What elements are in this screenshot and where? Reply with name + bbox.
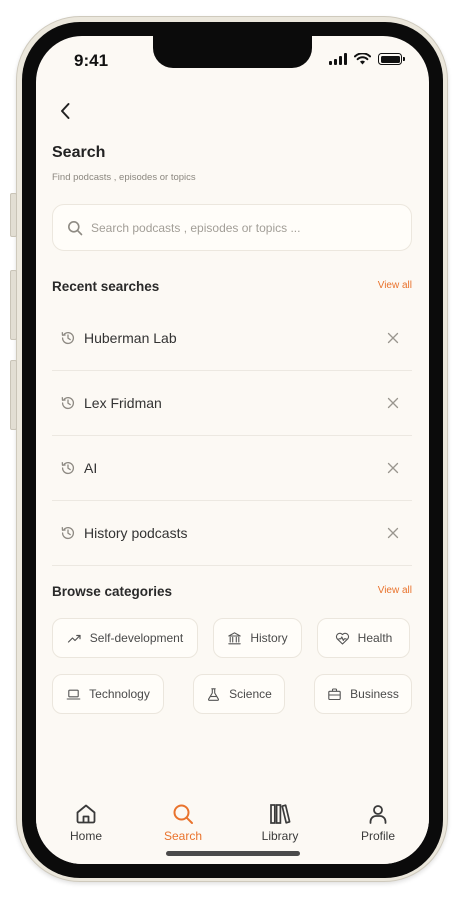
category-chip-health[interactable]: Health bbox=[317, 618, 410, 658]
tab-label: Search bbox=[163, 829, 203, 843]
close-icon[interactable] bbox=[386, 526, 400, 540]
tab-label: Library bbox=[261, 829, 299, 843]
tab-search[interactable]: Search bbox=[143, 802, 223, 843]
back-arrow-icon[interactable] bbox=[54, 99, 78, 123]
category-label: Health bbox=[357, 631, 393, 645]
page-subtitle: Find podcasts , episodes or topics bbox=[52, 172, 196, 183]
tab-label: Home bbox=[69, 829, 102, 843]
category-label: Technology bbox=[89, 687, 150, 701]
recent-view-all-link[interactable]: View all bbox=[378, 280, 412, 291]
close-icon[interactable] bbox=[386, 396, 400, 410]
user-icon bbox=[369, 805, 387, 824]
library-icon bbox=[270, 804, 291, 824]
search-bar[interactable] bbox=[52, 204, 412, 251]
history-icon bbox=[61, 461, 75, 475]
museum-icon bbox=[228, 631, 242, 644]
tab-home[interactable]: Home bbox=[46, 802, 126, 843]
search-icon bbox=[68, 220, 83, 235]
laptop-icon bbox=[66, 689, 81, 700]
recent-search-label: Lex Fridman bbox=[84, 395, 162, 411]
search-input[interactable] bbox=[91, 220, 381, 235]
category-label: Business bbox=[350, 687, 399, 701]
recent-searches-title: Recent searches bbox=[52, 279, 160, 294]
category-label: Science bbox=[229, 687, 272, 701]
home-icon bbox=[76, 804, 96, 824]
recent-searches-list: Huberman Lab Lex Fridman AI History podc… bbox=[52, 306, 412, 566]
category-chip-technology[interactable]: Technology bbox=[52, 674, 164, 714]
screen: 9:41 Search Find podcasts , episodes or … bbox=[36, 36, 429, 864]
flask-icon bbox=[208, 687, 220, 701]
browse-categories-title: Browse categories bbox=[52, 584, 173, 599]
trending-up-icon bbox=[67, 634, 81, 643]
page-title: Search bbox=[52, 144, 106, 161]
heart-pulse-icon bbox=[335, 632, 349, 645]
tab-profile[interactable]: Profile bbox=[338, 802, 418, 843]
status-icons bbox=[329, 53, 405, 65]
history-icon bbox=[61, 526, 75, 540]
recent-search-label: History podcasts bbox=[84, 525, 188, 541]
categories-view-all-link[interactable]: View all bbox=[378, 585, 412, 596]
volume-down-button bbox=[10, 360, 17, 430]
recent-search-label: Huberman Lab bbox=[84, 330, 177, 346]
status-time: 9:41 bbox=[74, 51, 109, 70]
category-chip-self-development[interactable]: Self-development bbox=[52, 618, 198, 658]
tab-library[interactable]: Library bbox=[240, 802, 320, 843]
category-chip-history[interactable]: History bbox=[213, 618, 302, 658]
mute-switch bbox=[10, 193, 17, 237]
history-icon bbox=[61, 331, 75, 345]
recent-search-label: AI bbox=[84, 460, 98, 476]
recent-search-item[interactable]: Lex Fridman bbox=[52, 371, 412, 436]
history-icon bbox=[61, 396, 75, 410]
category-chip-business[interactable]: Business bbox=[314, 674, 412, 714]
briefcase-icon bbox=[328, 687, 341, 700]
volume-up-button bbox=[10, 270, 17, 340]
category-label: Self-development bbox=[89, 631, 184, 645]
category-label: History bbox=[250, 631, 288, 645]
close-icon[interactable] bbox=[386, 331, 400, 345]
close-icon[interactable] bbox=[386, 461, 400, 475]
battery-icon bbox=[378, 53, 405, 65]
tab-label: Profile bbox=[360, 829, 395, 843]
recent-search-item[interactable]: History podcasts bbox=[52, 501, 412, 566]
notch bbox=[153, 36, 312, 68]
home-indicator[interactable] bbox=[166, 851, 300, 856]
wifi-icon bbox=[354, 53, 371, 65]
search-icon bbox=[173, 804, 193, 824]
recent-search-item[interactable]: AI bbox=[52, 436, 412, 501]
cellular-signal-icon bbox=[329, 53, 347, 65]
recent-search-item[interactable]: Huberman Lab bbox=[52, 306, 412, 371]
category-chip-science[interactable]: Science bbox=[193, 674, 285, 714]
